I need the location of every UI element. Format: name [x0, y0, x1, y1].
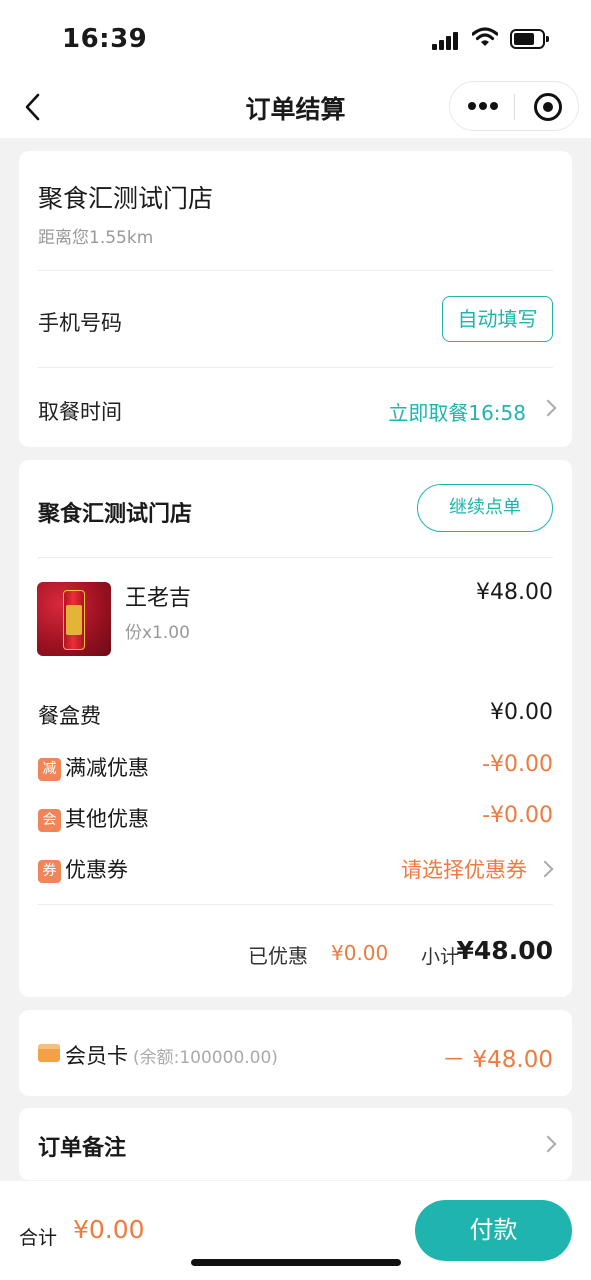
store-info-card: 聚食汇测试门店 距离您1.55km 手机号码 自动填写 取餐时间 立即取餐16:… — [19, 151, 572, 447]
coupon-label-wrap: 券优惠券 — [38, 854, 128, 884]
bottom-checkout-bar: 合计 ¥0.00 付款 — [0, 1181, 591, 1280]
total-label: 合计 — [19, 1227, 58, 1249]
product-image — [37, 582, 111, 656]
close-mini-program-icon[interactable] — [534, 93, 562, 121]
battery-icon — [510, 29, 549, 49]
chevron-right-icon[interactable] — [539, 399, 557, 417]
box-fee-label: 餐盒费 — [38, 704, 101, 728]
coupon-tag-icon: 券 — [38, 860, 61, 883]
member-card-label: 会员卡 — [65, 1044, 128, 1068]
order-store-name: 聚食汇测试门店 — [38, 502, 193, 527]
saved-label: 已优惠 — [248, 944, 308, 968]
member-tag-icon: 会 — [38, 809, 61, 832]
pickup-time-value[interactable]: 立即取餐16:58 — [388, 397, 526, 426]
wifi-icon — [472, 27, 498, 46]
member-card-balance: (余额:100000.00) — [133, 1048, 278, 1068]
order-card: 聚食汇测试门店 继续点单 王老吉 份x1.00 ¥48.00 餐盒费 ¥0.00… — [19, 460, 572, 997]
coupon-row[interactable]: 券优惠券 请选择优惠券 — [38, 854, 554, 884]
pay-button[interactable]: 付款 — [415, 1200, 572, 1261]
cellular-signal-icon — [432, 30, 464, 50]
subtotal-value: ¥48.00 — [456, 936, 553, 965]
wallet-icon — [38, 1044, 60, 1062]
full-discount-label-wrap: 减满减优惠 — [38, 752, 149, 782]
box-fee-row: 餐盒费 ¥0.00 — [38, 700, 553, 730]
store-distance: 距离您1.55km — [38, 228, 154, 248]
divider — [38, 904, 553, 905]
continue-ordering-button[interactable]: 继续点单 — [417, 484, 553, 532]
capsule-divider — [514, 94, 515, 120]
pickup-time-label: 取餐时间 — [38, 400, 122, 424]
box-fee-value: ¥0.00 — [490, 700, 553, 725]
other-discount-row: 会其他优惠 -¥0.00 — [38, 803, 553, 833]
product-name: 王老吉 — [125, 586, 192, 611]
divider — [38, 270, 553, 271]
member-card-payment[interactable]: 会员卡 (余额:100000.00) － ¥48.00 — [19, 1010, 572, 1096]
full-discount-label: 满减优惠 — [65, 756, 149, 780]
autofill-phone-button[interactable]: 自动填写 — [442, 296, 553, 342]
status-bar: 16:39 — [0, 0, 591, 78]
total-value: ¥0.00 — [73, 1215, 145, 1244]
coupon-select-value[interactable]: 请选择优惠券 — [401, 854, 527, 884]
saved-value: ¥0.00 — [331, 941, 389, 965]
full-discount-row: 减满减优惠 -¥0.00 — [38, 752, 553, 782]
status-time: 16:39 — [62, 24, 148, 54]
discount-tag-icon: 减 — [38, 758, 61, 781]
mini-program-capsule — [449, 81, 579, 131]
subtotal-label: 小计 — [421, 946, 460, 968]
chevron-right-icon[interactable] — [536, 860, 554, 878]
product-quantity: 份x1.00 — [125, 623, 190, 643]
member-card-amount: － ¥48.00 — [442, 1047, 553, 1073]
divider — [38, 557, 553, 558]
home-indicator — [191, 1259, 401, 1266]
coupon-label: 优惠券 — [65, 858, 128, 882]
more-options-icon[interactable] — [468, 102, 498, 110]
product-price: ¥48.00 — [476, 580, 553, 605]
order-remark-row[interactable]: 订单备注 — [19, 1108, 572, 1180]
full-discount-value: -¥0.00 — [482, 752, 553, 777]
nav-bar: 订单结算 — [0, 78, 591, 138]
other-discount-label-wrap: 会其他优惠 — [38, 803, 149, 833]
other-discount-value: -¥0.00 — [482, 803, 553, 828]
phone-label: 手机号码 — [38, 311, 122, 335]
divider — [38, 367, 553, 368]
store-name: 聚食汇测试门店 — [38, 184, 214, 213]
other-discount-label: 其他优惠 — [65, 807, 149, 831]
chevron-right-icon[interactable] — [539, 1135, 557, 1153]
order-remark-label: 订单备注 — [38, 1136, 127, 1161]
